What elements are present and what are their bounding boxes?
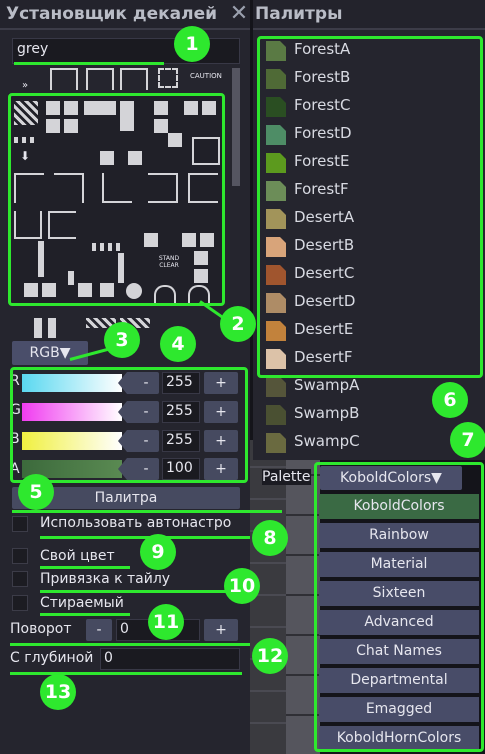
annotation-line	[40, 590, 240, 593]
annotation-line	[10, 672, 242, 675]
annotation-line	[40, 566, 130, 569]
annotation-box-dropdown	[314, 462, 484, 752]
palettes-title: Палитры	[255, 4, 343, 24]
decal-dashed[interactable]	[158, 68, 178, 88]
snap-to-tile-checkbox[interactable]	[12, 571, 28, 587]
rotation-increase-button[interactable]: +	[204, 619, 238, 641]
rotation-label: Поворот	[10, 621, 72, 637]
annotation-marker-12: 12	[252, 638, 288, 674]
palettes-titlebar[interactable]: Палитры	[253, 0, 485, 30]
annotation-marker-2: 2	[220, 306, 256, 342]
decal-chevron-icon[interactable]: »	[22, 80, 28, 91]
annotation-marker-10: 10	[224, 568, 260, 604]
annotation-line	[40, 613, 130, 616]
annotation-marker-13: 13	[40, 674, 76, 710]
annotation-line	[12, 510, 282, 513]
custom-color-checkbox[interactable]	[12, 548, 28, 564]
annotation-marker-4: 4	[160, 326, 196, 362]
annotation-marker-1: 1	[174, 26, 210, 62]
cleanable-label[interactable]: Стираемый	[40, 595, 124, 611]
decal-placer-titlebar[interactable]: Установщик декалей	[0, 0, 250, 30]
custom-color-label[interactable]: Свой цвет	[40, 548, 115, 564]
cleanable-checkbox[interactable]	[12, 595, 28, 611]
color-swatch	[266, 377, 286, 397]
palette-item-label: SwampA	[294, 376, 360, 394]
decal-caution[interactable]: CAUTION	[190, 72, 222, 80]
annotation-line	[14, 62, 164, 65]
decal-corner[interactable]	[86, 68, 114, 90]
annotation-marker-3: 3	[104, 322, 140, 358]
color-swatch	[266, 405, 286, 425]
color-mode-dropdown[interactable]: RGB▼	[12, 341, 88, 365]
auto-settings-label[interactable]: Использовать автонастро	[40, 515, 231, 531]
annotation-line	[10, 643, 250, 646]
annotation-marker-5: 5	[18, 474, 54, 510]
annotation-marker-11: 11	[148, 604, 184, 640]
annotation-box-palette-list	[257, 36, 483, 378]
decal-scrollbar[interactable]	[232, 68, 240, 186]
palette-item-label: SwampC	[294, 432, 360, 450]
snap-to-tile-label[interactable]: Привязка к тайлу	[40, 571, 170, 587]
annotation-marker-6: 6	[432, 382, 468, 418]
decal-corner[interactable]	[120, 68, 148, 90]
depth-value-input[interactable]: 0	[100, 648, 240, 670]
decal-placer-title: Установщик декалей	[6, 4, 218, 24]
rotation-decrease-button[interactable]: -	[86, 619, 112, 641]
annotation-marker-9: 9	[140, 534, 176, 570]
annotation-marker-7: 7	[450, 422, 485, 458]
depth-label: С глубиной	[10, 650, 94, 666]
annotation-marker-8: 8	[252, 520, 288, 556]
annotation-box-sliders	[10, 367, 248, 483]
decal-corner[interactable]	[50, 68, 78, 90]
color-swatch	[266, 433, 286, 453]
decal-line[interactable]	[48, 318, 56, 338]
palette-selector-label: Palette	[262, 469, 311, 485]
annotation-box-decal-grid	[8, 93, 225, 306]
auto-settings-checkbox[interactable]	[12, 516, 28, 532]
palette-item-label: SwampB	[294, 404, 360, 422]
close-icon[interactable]: ✕	[228, 2, 250, 26]
decal-line[interactable]	[34, 318, 42, 338]
